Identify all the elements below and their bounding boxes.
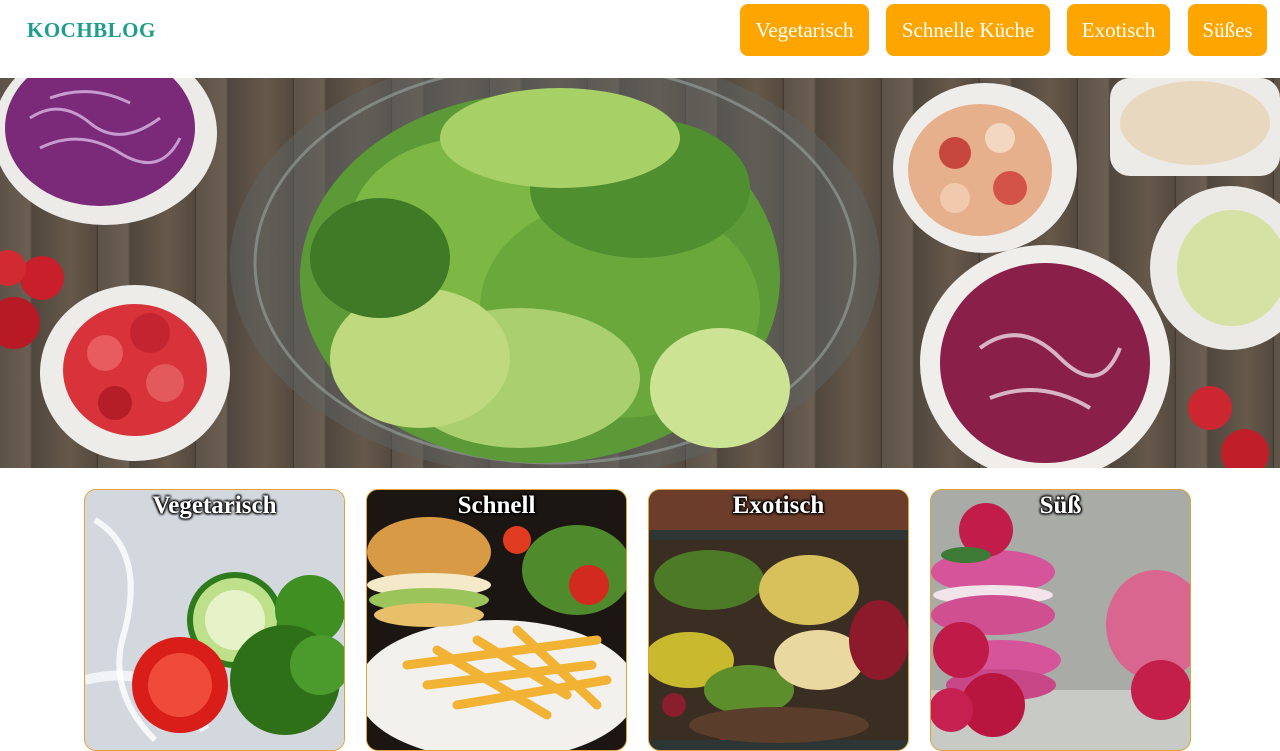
hero-salad-illustration xyxy=(0,78,1280,468)
card-exotisch[interactable]: Exotisch xyxy=(648,489,909,751)
card-title-vegetarisch: Vegetarisch xyxy=(152,492,277,519)
card-suess[interactable]: Süß xyxy=(930,489,1191,751)
site-logo[interactable]: KOCHBLOG xyxy=(27,18,156,43)
site-header: KOCHBLOG Vegetarisch Schnelle Küche Exot… xyxy=(0,0,1280,78)
floating-market-image xyxy=(649,490,908,750)
card-vegetarisch[interactable]: Vegetarisch xyxy=(84,489,345,751)
card-title-schnell: Schnell xyxy=(457,492,536,519)
card-schnell[interactable]: Schnell xyxy=(366,489,627,751)
nav-button-exotisch[interactable]: Exotisch xyxy=(1067,4,1170,56)
burger-fries-image xyxy=(367,490,626,750)
nav-button-suesses[interactable]: Süßes xyxy=(1188,4,1267,56)
nav-button-vegetarisch[interactable]: Vegetarisch xyxy=(740,4,869,56)
card-title-exotisch: Exotisch xyxy=(732,492,825,519)
cucumber-tomato-image xyxy=(85,490,344,750)
card-title-suess: Süß xyxy=(1039,492,1082,519)
hero-image xyxy=(0,78,1280,468)
raspberry-macarons-image xyxy=(931,490,1190,750)
nav-button-schnelle-kueche[interactable]: Schnelle Küche xyxy=(886,4,1050,56)
